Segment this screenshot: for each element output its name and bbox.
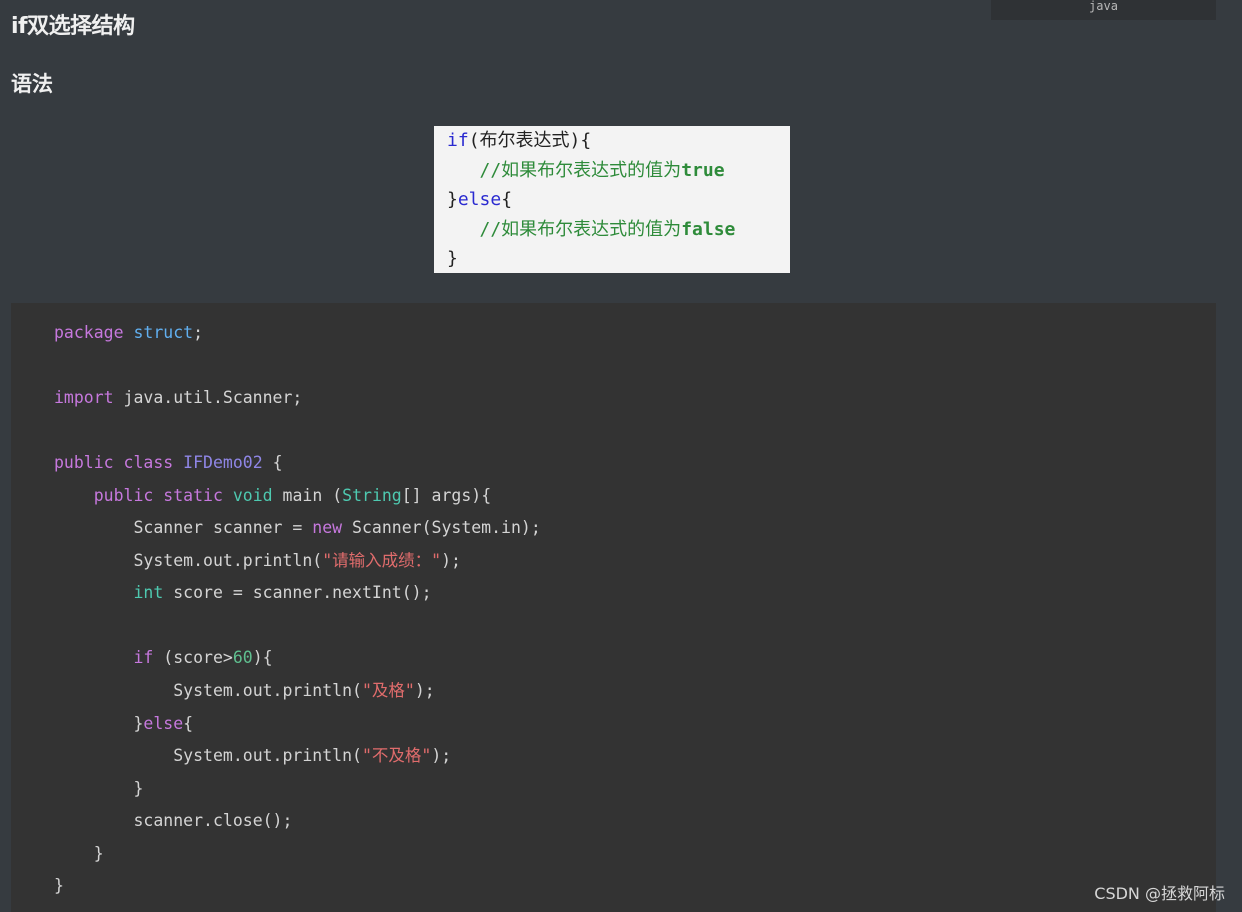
code-line: } xyxy=(54,870,541,903)
syntax-image: if(布尔表达式){ //如果布尔表达式的值为true }else{ //如果布… xyxy=(434,126,790,273)
code-token: public xyxy=(93,485,154,505)
code-line: System.out.println("请输入成绩："); xyxy=(54,545,541,578)
code-line: scanner.close(); xyxy=(54,805,541,838)
code-token: ; xyxy=(193,323,204,342)
syntax-true-word: true xyxy=(681,159,725,181)
syntax-final-brace: } xyxy=(447,248,458,269)
code-token: void xyxy=(232,485,273,505)
code-token: ); xyxy=(431,746,452,766)
code-token: System.out.println( xyxy=(173,681,362,701)
syntax-close-brace: } xyxy=(447,189,458,210)
syntax-if-keyword: if xyxy=(447,130,469,151)
syntax-comment-true: //如果布尔表达式的值为 xyxy=(447,159,682,181)
code-token: "及格" xyxy=(361,681,415,701)
code-token: "不及格" xyxy=(361,746,432,766)
code-line: System.out.println("及格"); xyxy=(54,675,541,708)
code-token: package xyxy=(54,323,124,342)
code-token: IFDemo02 xyxy=(183,453,263,473)
code-token: static xyxy=(163,485,223,505)
code-token: class xyxy=(123,453,174,473)
code-line: public class IFDemo02 { xyxy=(54,447,541,480)
section-heading: if双选择结构 xyxy=(11,14,135,39)
syntax-line-4: //如果布尔表达式的值为false xyxy=(447,215,790,245)
code-token: [] args){ xyxy=(401,485,492,505)
syntax-false-word: false xyxy=(681,218,736,240)
code-token: int xyxy=(133,583,164,603)
code-token: ); xyxy=(414,681,435,701)
code-line: public static void main (String[] args){ xyxy=(54,480,541,513)
csdn-watermark: CSDN @拯救阿标 xyxy=(1094,884,1225,903)
code-line: package struct; xyxy=(54,317,541,350)
code-token: new xyxy=(312,518,343,538)
code-block[interactable]: package struct; import java.util.Scanner… xyxy=(11,303,1216,912)
code-token: struct xyxy=(133,323,194,342)
code-line: System.out.println("不及格"); xyxy=(54,740,541,773)
code-token: main ( xyxy=(272,485,343,505)
code-token: } xyxy=(93,843,104,863)
syntax-else-keyword: else xyxy=(457,189,502,210)
code-token: ); xyxy=(441,550,461,570)
code-token: java.util.Scanner; xyxy=(113,388,303,408)
code-token: String xyxy=(342,485,402,505)
code-token: Scanner(System.in); xyxy=(342,518,541,538)
code-token: import xyxy=(54,388,114,408)
code-line: import java.util.Scanner; xyxy=(54,382,541,415)
syntax-condition: (布尔表达式){ xyxy=(468,130,592,151)
code-token: } xyxy=(133,778,144,798)
code-token: else xyxy=(143,713,184,733)
code-line: if (score>60){ xyxy=(54,642,541,675)
code-token: System.out.println( xyxy=(133,550,323,570)
code-token: } xyxy=(54,876,64,896)
code-line: Scanner scanner = new Scanner(System.in)… xyxy=(54,512,541,545)
code-token: } xyxy=(133,713,144,733)
code-token: Scanner scanner = xyxy=(133,518,313,538)
code-token: (score> xyxy=(153,648,233,668)
syntax-line-3: }else{ xyxy=(447,185,790,215)
code-token: if xyxy=(133,648,154,668)
code-token: 60 xyxy=(232,648,253,668)
syntax-subheading: 语法 xyxy=(11,72,53,96)
code-token: scanner.close(); xyxy=(133,811,293,831)
syntax-line-2: //如果布尔表达式的值为true xyxy=(447,156,790,186)
code-token: { xyxy=(262,453,283,473)
code-token: public xyxy=(54,453,114,473)
code-token: { xyxy=(183,713,194,733)
code-token: "请输入成绩：" xyxy=(322,550,442,570)
syntax-comment-false: //如果布尔表达式的值为 xyxy=(447,218,682,240)
code-line: } xyxy=(54,773,541,806)
code-line: int score = scanner.nextInt(); xyxy=(54,577,541,610)
code-language-label: java xyxy=(991,0,1216,20)
syntax-open-brace: { xyxy=(501,189,513,210)
code-line: } xyxy=(54,838,541,871)
code-token: ){ xyxy=(252,648,273,668)
code-content: package struct; import java.util.Scanner… xyxy=(54,317,541,903)
syntax-line-5: } xyxy=(447,244,790,274)
syntax-line-1: if(布尔表达式){ xyxy=(447,126,790,156)
code-token: score = scanner.nextInt(); xyxy=(163,583,432,603)
code-token: System.out.println( xyxy=(173,746,362,766)
code-line: }else{ xyxy=(54,708,541,741)
